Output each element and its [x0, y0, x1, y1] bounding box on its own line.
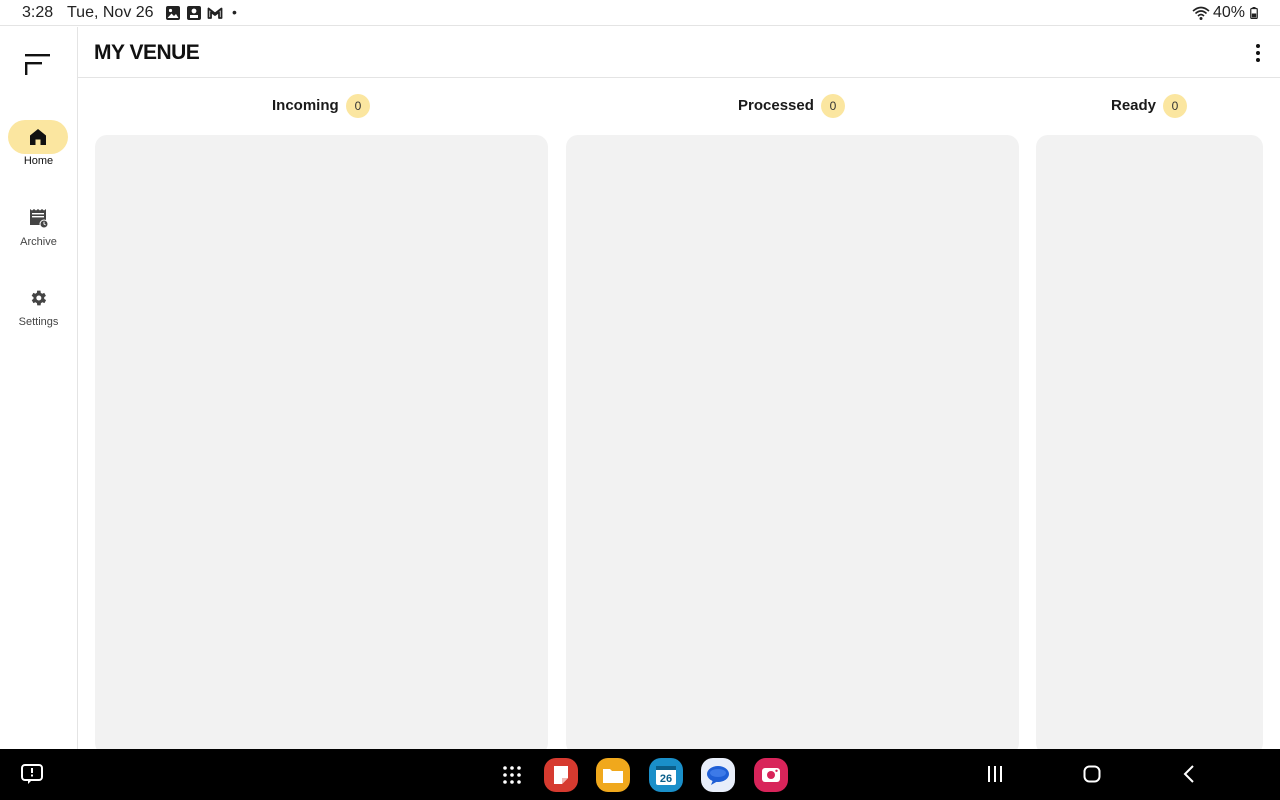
back-icon[interactable]	[1181, 764, 1199, 784]
battery-icon	[1250, 7, 1258, 19]
more-options-icon[interactable]	[1250, 42, 1266, 64]
column-label-ready: Ready	[1111, 97, 1157, 114]
battery-percent: 40%	[1213, 4, 1246, 21]
calendar-day-text: 26	[660, 773, 672, 785]
gear-icon	[31, 290, 47, 306]
column-header-processed: Processed 0	[738, 94, 858, 118]
messages-app-icon[interactable]	[701, 758, 735, 792]
column-label-incoming: Incoming	[272, 97, 339, 114]
column-header-ready: Ready 0	[1111, 94, 1191, 118]
calendar-app-icon[interactable]: 26	[649, 758, 683, 792]
screen-recorder-app-icon[interactable]	[754, 758, 788, 792]
more-notifications-dot: •	[232, 4, 237, 20]
nav-item-archive[interactable]: Archive	[0, 201, 77, 257]
wifi-icon	[1192, 6, 1210, 20]
system-taskbar: 26	[0, 749, 1280, 800]
archive-receipt-icon	[30, 209, 48, 228]
my-files-app-icon[interactable]	[596, 758, 630, 792]
recent-apps-icon[interactable]	[986, 765, 1004, 783]
column-panel-processed[interactable]	[566, 135, 1019, 755]
menu-icon[interactable]	[24, 53, 52, 77]
count-badge-incoming: 0	[346, 94, 370, 118]
column-panel-ready[interactable]	[1036, 135, 1263, 755]
home-button-icon[interactable]	[1082, 764, 1102, 784]
nav-item-settings[interactable]: Settings	[0, 281, 77, 337]
home-icon	[30, 129, 46, 145]
gmail-icon	[207, 7, 223, 19]
notes-app-icon[interactable]	[544, 758, 578, 792]
page-title: MY VENUE	[94, 41, 200, 64]
navigation-rail: Home Archive Settings	[0, 27, 78, 749]
gallery-icon	[166, 6, 180, 20]
column-header-incoming: Incoming 0	[272, 94, 382, 118]
nav-label-settings: Settings	[18, 316, 59, 328]
screen-recorder-icon	[187, 6, 201, 20]
count-badge-ready: 0	[1163, 94, 1187, 118]
column-panel-incoming[interactable]	[95, 135, 548, 755]
status-date: Tue, Nov 26	[67, 4, 154, 21]
status-bar: 3:28 Tue, Nov 26 • 40%	[0, 0, 1280, 26]
status-time: 3:28	[22, 4, 54, 21]
nav-label-home: Home	[23, 155, 54, 167]
top-app-bar: MY VENUE	[78, 27, 1280, 78]
nav-label-archive: Archive	[20, 236, 57, 248]
column-label-processed: Processed	[738, 97, 814, 114]
recent-assistant-icon[interactable]	[20, 763, 44, 785]
nav-item-home[interactable]: Home	[0, 120, 77, 176]
apps-grid-icon[interactable]	[502, 765, 522, 785]
count-badge-processed: 0	[821, 94, 845, 118]
